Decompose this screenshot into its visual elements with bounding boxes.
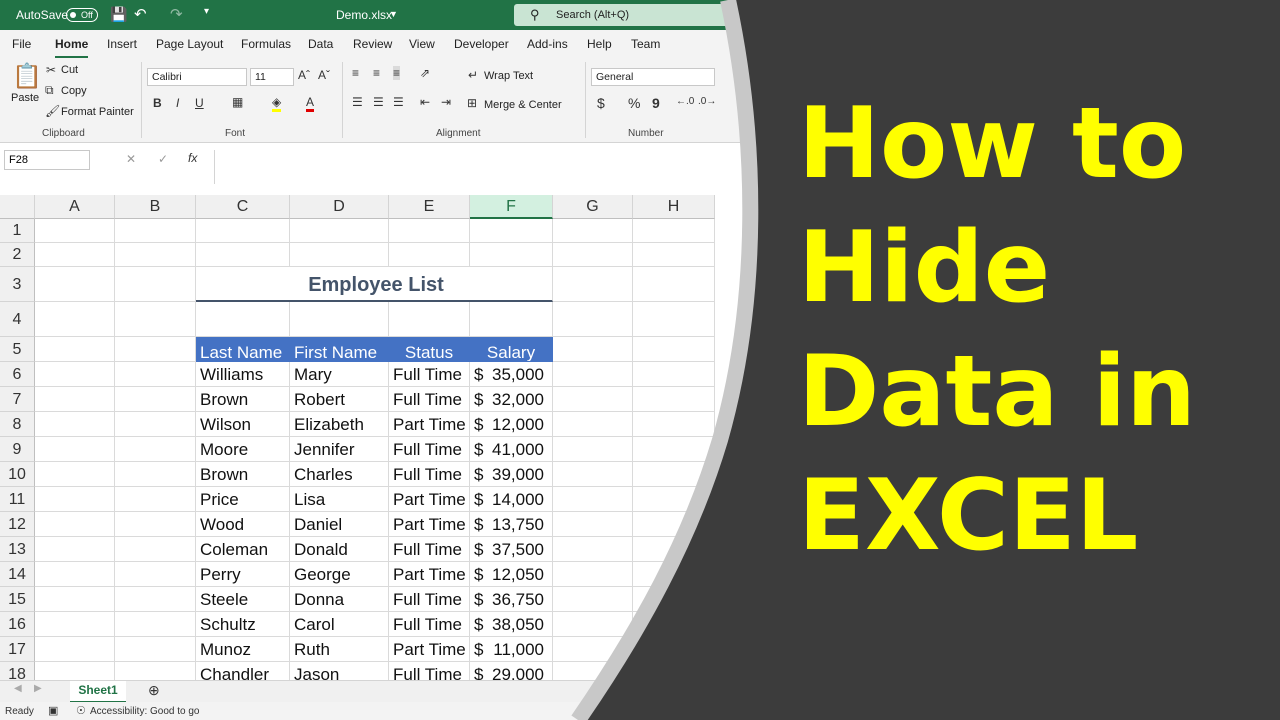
headline: How to Hide Data in EXCEL (798, 82, 1268, 578)
headline-line: How to (798, 87, 1187, 201)
headline-line: Hide (798, 211, 1051, 325)
thumbnail-stage: AutoSave Off 💾 ↶ ↷ ▾ Demo.xlsx ▼ ⚲ Searc… (0, 0, 1280, 720)
headline-line: Data in (798, 335, 1196, 449)
curve-border (571, 0, 759, 720)
headline-line: EXCEL (798, 459, 1139, 573)
